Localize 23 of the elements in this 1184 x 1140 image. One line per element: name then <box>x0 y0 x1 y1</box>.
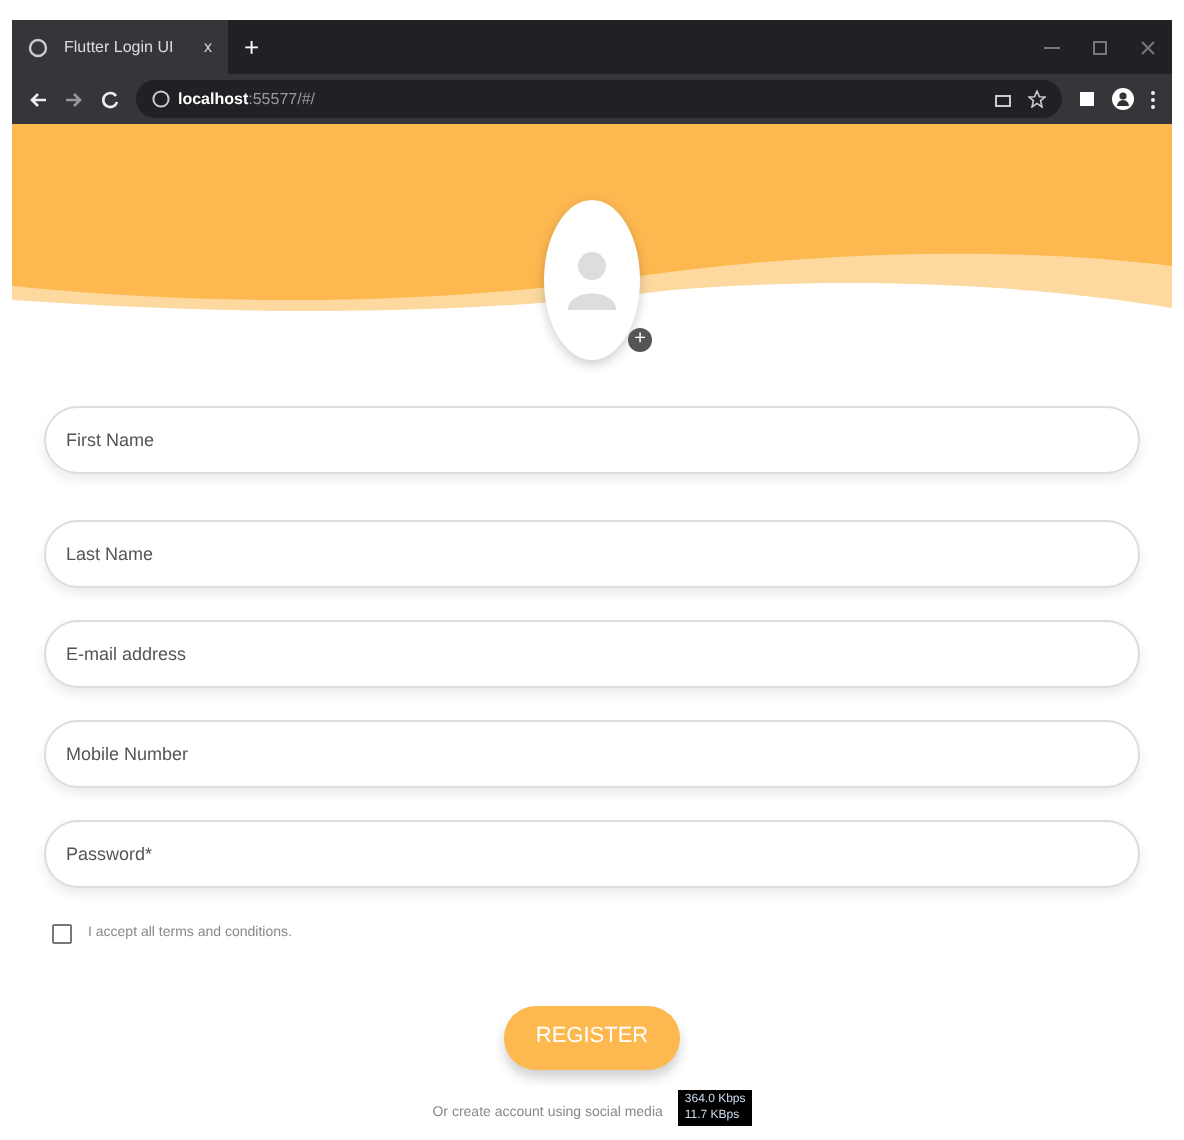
star-icon[interactable] <box>1028 90 1046 108</box>
sidebar-icon[interactable] <box>1078 90 1096 108</box>
reload-icon[interactable] <box>100 89 120 109</box>
terms-checkbox[interactable] <box>52 924 72 945</box>
forward-icon[interactable] <box>64 89 84 109</box>
tab-close-button[interactable]: x <box>204 35 212 59</box>
add-photo-button[interactable]: + <box>628 328 652 352</box>
input-field[interactable]: E-mail address <box>44 620 1140 688</box>
menu-icon[interactable] <box>1150 89 1156 109</box>
maximize-icon[interactable] <box>1092 39 1108 55</box>
input-field[interactable]: Last Name <box>44 520 1140 588</box>
input-field[interactable]: First Name <box>44 406 1140 474</box>
input-field[interactable]: Password* <box>44 820 1140 888</box>
tab-title: Flutter Login UI <box>64 35 176 59</box>
back-icon[interactable] <box>28 89 48 109</box>
url-text: localhost:55577/#/ <box>178 87 315 111</box>
address-bar[interactable]: localhost:55577/#/ <box>136 80 1062 118</box>
close-icon[interactable] <box>1140 39 1156 55</box>
browser-tab[interactable]: Flutter Login UI x <box>12 20 228 74</box>
input-field[interactable]: Mobile Number <box>44 720 1140 788</box>
person-icon <box>566 248 618 312</box>
new-tab-button[interactable]: + <box>228 27 276 67</box>
profile-icon[interactable] <box>1112 88 1134 110</box>
